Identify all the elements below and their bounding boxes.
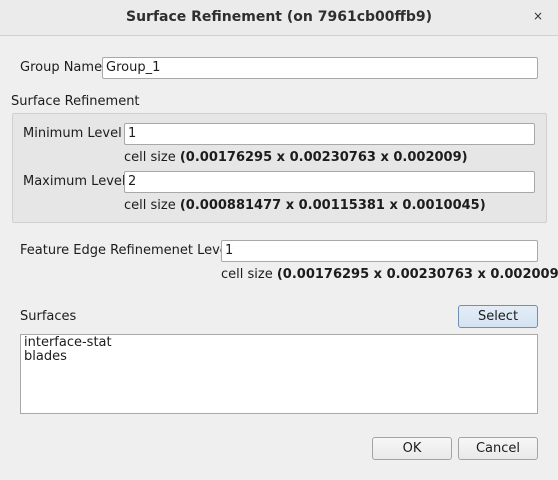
feature-edge-level-label: Feature Edge Refinemenet Level (20, 243, 232, 258)
group-name-input[interactable]: Group_1 (102, 57, 538, 79)
ok-button[interactable]: OK (372, 437, 452, 460)
feature-edge-level-input[interactable]: 1 (221, 240, 538, 262)
close-icon[interactable]: × (530, 8, 546, 24)
cell-size-prefix: cell size (124, 198, 176, 213)
maximum-level-label: Maximum Level (23, 174, 126, 189)
select-button[interactable]: Select (458, 305, 538, 328)
list-item[interactable]: blades (24, 350, 534, 364)
surfaces-label: Surfaces (20, 309, 77, 324)
cell-size-value: (0.00176295 x 0.00230763 x 0.002009) (179, 150, 468, 165)
minimum-level-input[interactable]: 1 (124, 123, 535, 145)
feature-edge-cell-size: cell size (0.00176295 x 0.00230763 x 0.0… (221, 267, 558, 282)
surfaces-list[interactable]: interface-stat blades (20, 334, 538, 414)
cell-size-prefix: cell size (221, 267, 273, 282)
cell-size-prefix: cell size (124, 150, 176, 165)
cell-size-value: (0.00176295 x 0.00230763 x 0.002009) (276, 267, 558, 282)
maximum-level-cell-size: cell size (0.000881477 x 0.00115381 x 0.… (124, 198, 486, 213)
list-item[interactable]: interface-stat (24, 336, 534, 350)
minimum-level-label: Minimum Level (23, 126, 122, 141)
surface-refinement-section-label: Surface Refinement (11, 94, 140, 109)
minimum-level-cell-size: cell size (0.00176295 x 0.00230763 x 0.0… (124, 150, 468, 165)
group-name-label: Group Name (20, 60, 103, 75)
maximum-level-input[interactable]: 2 (124, 171, 535, 193)
title-bar[interactable]: Surface Refinement (on 7961cb00ffb9) × (0, 0, 558, 36)
cell-size-value: (0.000881477 x 0.00115381 x 0.0010045) (179, 198, 486, 213)
dialog-title: Surface Refinement (on 7961cb00ffb9) (125, 9, 433, 25)
surface-refinement-dialog: Surface Refinement (on 7961cb00ffb9) × G… (0, 0, 558, 480)
cancel-button[interactable]: Cancel (458, 437, 538, 460)
